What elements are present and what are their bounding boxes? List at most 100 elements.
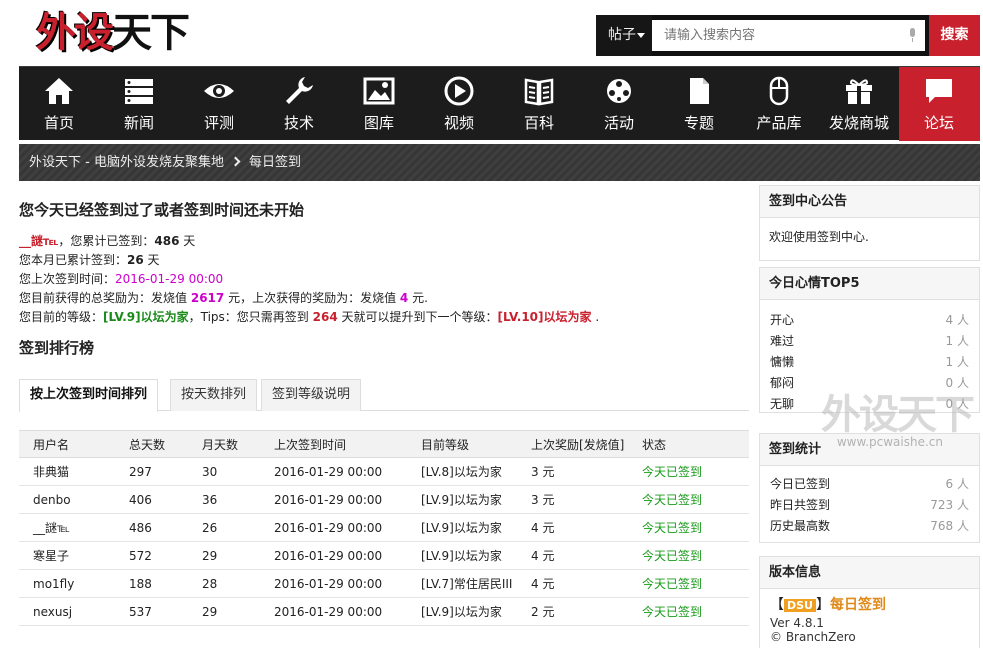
cell-username[interactable]: 非典猫 <box>19 457 129 486</box>
nav-item-review[interactable]: 评测 <box>179 67 259 141</box>
total-suffix: 天 <box>183 234 196 248</box>
stats-item: 今日已签到 6 人 <box>770 474 969 495</box>
nav-item-products[interactable]: 产品库 <box>739 67 819 141</box>
cell-username[interactable]: 寒星子 <box>19 541 129 570</box>
tab-by-days[interactable]: 按天数排列 <box>170 379 258 411</box>
col-month-days: 月天数 <box>202 430 274 458</box>
nav-item-gallery[interactable]: 图库 <box>339 67 419 141</box>
cell-last-reward: 4 元 <box>531 513 642 542</box>
status-title: 您今天已经签到过了或者签到时间还未开始 <box>19 201 305 219</box>
version-title: 版本信息 <box>760 557 979 589</box>
nav-item-tech[interactable]: 技术 <box>259 67 339 141</box>
cell-total-days: 537 <box>129 597 202 626</box>
tab-by-last-time[interactable]: 按上次签到时间排列 <box>19 379 159 412</box>
cell-status: 今天已签到 <box>642 597 749 626</box>
month-suffix: 天 <box>147 253 160 267</box>
cell-username[interactable]: nexusj <box>19 597 129 626</box>
cell-username[interactable]: mo1fly <box>19 569 129 598</box>
search-bar: 帖子 搜索 <box>596 15 980 56</box>
cell-username[interactable]: denbo <box>19 485 129 514</box>
username-link[interactable]: __謎℡ <box>19 234 58 248</box>
caret-down-icon <box>637 33 645 38</box>
reward-line: 您目前获得的总奖励为：发烧值 2617 元，上次获得的奖励为：发烧值 4 元. <box>19 289 428 306</box>
last-time-value: 2016-01-29 00:00 <box>115 272 224 286</box>
nav-label: 活动 <box>603 114 634 132</box>
cell-last-time: 2016-01-29 00:00 <box>274 513 421 542</box>
mood-item: 开心 4 人 <box>770 310 969 331</box>
search-category-select[interactable]: 帖子 <box>596 15 652 56</box>
version-panel: 版本信息 【DSU 】每日签到 Ver 4.8.1 © BranchZero <box>759 556 980 648</box>
nav-item-video[interactable]: 视频 <box>419 67 499 141</box>
nav-item-topics[interactable]: 专题 <box>659 67 739 141</box>
month-days-value: 26 <box>127 253 144 267</box>
cell-status: 今天已签到 <box>642 457 749 486</box>
cell-month-days: 29 <box>202 541 274 570</box>
cell-last-reward: 4 元 <box>531 541 642 570</box>
microphone-icon[interactable] <box>908 28 916 43</box>
cell-level: [LV.9]以坛为家 <box>421 513 531 542</box>
cell-last-time: 2016-01-29 00:00 <box>274 569 421 598</box>
nav-label: 技术 <box>283 114 314 132</box>
cell-total-days: 297 <box>129 457 202 486</box>
mood-value: 1 人 <box>945 355 969 369</box>
cell-username[interactable]: __謎℡ <box>19 513 129 542</box>
logo-text-red: 外设 <box>36 10 114 56</box>
breadcrumb-current: 每日签到 <box>248 155 301 170</box>
main-nav: 首页 新闻 评测 技术 图库 视频 百科 活动 专题 产品库 发烧商城 论坛 <box>19 66 980 141</box>
col-status: 状态 <box>642 430 749 458</box>
activity-icon <box>607 79 631 103</box>
last-signin-line: 您上次签到时间：2016-01-29 00:00 <box>19 270 223 287</box>
nav-label: 图库 <box>363 114 394 132</box>
nav-item-home[interactable]: 首页 <box>19 67 99 141</box>
book-icon <box>524 78 554 106</box>
stats-label: 今日已签到 <box>770 477 831 491</box>
cell-level: [LV.8]以坛为家 <box>421 457 531 486</box>
nav-label: 视频 <box>443 114 474 132</box>
cell-last-reward: 4 元 <box>531 569 642 598</box>
ranking-title: 签到排行榜 <box>19 339 95 357</box>
nav-item-events[interactable]: 活动 <box>579 67 659 141</box>
nav-item-store[interactable]: 发烧商城 <box>819 67 899 141</box>
nav-item-forum[interactable]: 论坛 <box>899 67 980 141</box>
stats-item: 昨日共签到 723 人 <box>770 495 969 516</box>
search-category-label: 帖子 <box>608 27 636 43</box>
level-prefix: 您目前的等级： <box>19 310 104 324</box>
cell-status: 今天已签到 <box>642 541 749 570</box>
nav-item-news[interactable]: 新闻 <box>99 67 179 141</box>
reward-suffix: 元. <box>412 291 428 305</box>
mood-label: 无聊 <box>770 397 795 411</box>
table-row: 非典猫 297 30 2016-01-29 00:00 [LV.8]以坛为家 3… <box>19 457 749 486</box>
document-icon <box>690 78 709 104</box>
notice-panel: 签到中心公告 欢迎使用签到中心. <box>759 185 980 261</box>
tab-level-info[interactable]: 签到等级说明 <box>261 379 362 411</box>
cell-total-days: 188 <box>129 569 202 598</box>
mood-label: 慵懒 <box>770 355 795 369</box>
nav-label: 百科 <box>523 114 554 132</box>
search-button[interactable]: 搜索 <box>929 15 980 56</box>
cell-last-time: 2016-01-29 00:00 <box>274 541 421 570</box>
nav-label: 新闻 <box>123 114 154 132</box>
ranking-table: 用户名 总天数 月天数 上次签到时间 目前等级 上次奖励[发烧值] 状态 非典猫… <box>19 430 749 626</box>
table-header-row: 用户名 总天数 月天数 上次签到时间 目前等级 上次奖励[发烧值] 状态 <box>19 430 749 458</box>
col-level: 目前等级 <box>421 430 531 458</box>
search-input[interactable] <box>652 20 925 51</box>
stats-value: 768 人 <box>930 519 969 533</box>
nav-item-wiki[interactable]: 百科 <box>499 67 579 141</box>
mood-label: 难过 <box>770 334 795 348</box>
breadcrumb-home-link[interactable]: 外设天下 - 电脑外设发烧友聚集地 <box>29 155 224 170</box>
cell-last-time: 2016-01-29 00:00 <box>274 597 421 626</box>
site-logo[interactable]: 外设天下 <box>30 8 212 58</box>
notice-title: 签到中心公告 <box>760 186 979 218</box>
nav-label: 产品库 <box>756 114 802 132</box>
cell-month-days: 30 <box>202 457 274 486</box>
level-mid2: 天就可以提升到下一个等级： <box>341 310 498 324</box>
mouse-icon <box>769 76 789 106</box>
cell-status: 今天已签到 <box>642 485 749 514</box>
cell-last-time: 2016-01-29 00:00 <box>274 457 421 486</box>
table-row: 寒星子 572 29 2016-01-29 00:00 [LV.9]以坛为家 4… <box>19 541 749 570</box>
reward-last-value: 4 <box>399 291 409 305</box>
cell-total-days: 406 <box>129 485 202 514</box>
plugin-logo: 【DSU 】每日签到 <box>770 597 886 613</box>
mood-label: 开心 <box>770 313 795 327</box>
logo-text-black: 天下 <box>112 10 190 56</box>
